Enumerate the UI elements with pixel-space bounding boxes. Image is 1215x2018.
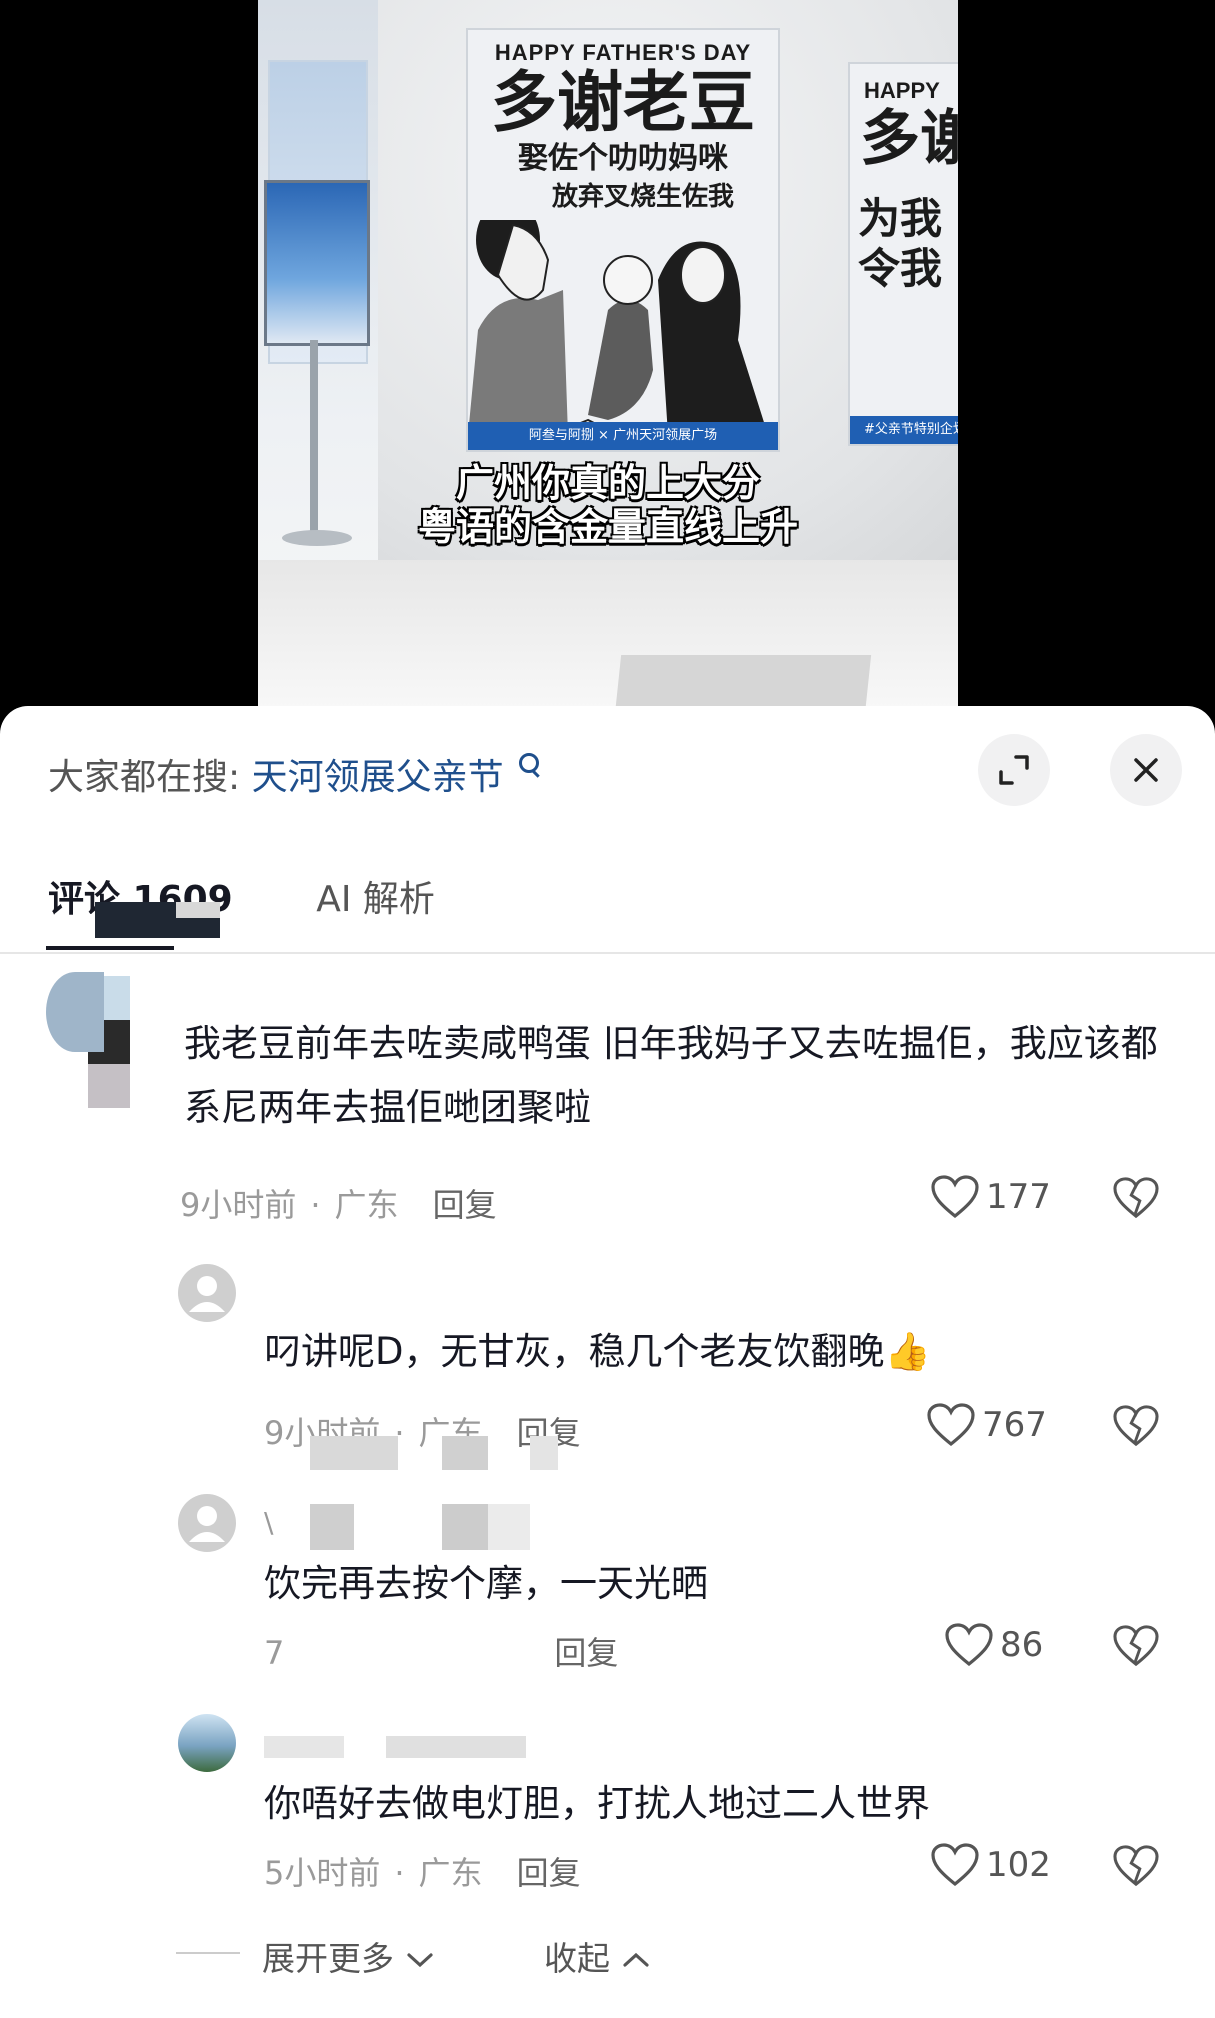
- poster-footer: 阿叁与阿捌 × 广州天河领展广场: [468, 422, 778, 450]
- comment-sheet: 大家都在搜: 天河领展父亲节 评论 1609 AI 解析 我老豆前年去咗卖咸鸭蛋…: [0, 706, 1215, 2018]
- comment-meta: 9小时前 · 广东 回复: [180, 1186, 497, 1224]
- side-poster-footer: #父亲节特别企划: [850, 416, 958, 444]
- poster-title: 多谢老豆: [491, 64, 755, 141]
- poster-main: HAPPY FATHER'S DAY 多谢老豆 娶佐个叻叻妈咪 放弃叉烧生佐我 …: [466, 28, 780, 452]
- expand-button[interactable]: [978, 734, 1050, 806]
- comment-text: 你唔好去做电灯胆，打扰人地过二人世界: [264, 1782, 930, 1825]
- father-mother-baby-illustration: [468, 220, 768, 435]
- mosaic-block: [264, 1736, 344, 1758]
- comment-username[interactable]: \: [264, 1506, 273, 1539]
- search-icon: [519, 753, 540, 773]
- side-poster-header: HAPPY: [864, 78, 940, 103]
- chevron-down-icon: [406, 1953, 433, 1968]
- collapse-label: 收起: [544, 1939, 610, 1978]
- default-avatar-icon: [189, 1276, 225, 1312]
- mosaic-block: [530, 1436, 558, 1470]
- mosaic-block: [442, 1436, 488, 1470]
- dislike-icon[interactable]: [1112, 1844, 1160, 1888]
- heart-icon: [927, 1403, 975, 1447]
- trending-search-prefix: 大家都在搜:: [48, 757, 241, 798]
- tab-ai-analysis[interactable]: AI 解析: [316, 870, 435, 922]
- comment-body: 叼讲呢D，无甘灰，稳几个老友饮翻晚: [264, 1330, 885, 1373]
- promo-display: [264, 180, 370, 346]
- avatar[interactable]: [46, 972, 104, 1052]
- side-poster-line-2: 令我: [858, 244, 943, 293]
- comment-meta: 5小时前 · 广东 回复: [264, 1854, 581, 1892]
- mosaic-block: [88, 1064, 130, 1108]
- expand-more-label: 展开更多: [262, 1939, 394, 1978]
- like-button[interactable]: 86: [944, 1622, 1043, 1668]
- reply-button[interactable]: 回复: [433, 1186, 497, 1224]
- expand-icon: [999, 755, 1029, 785]
- poster-line-2: 放弃叉烧生佐我: [551, 182, 734, 212]
- reply-button[interactable]: 回复: [517, 1854, 581, 1892]
- comment-text: 叼讲呢D，无甘灰，稳几个老友饮翻晚👍: [264, 1320, 1144, 1384]
- chevron-up-icon: [622, 1952, 649, 1967]
- expand-more-button[interactable]: 展开更多: [262, 1932, 435, 1980]
- expand-divider: [176, 1952, 240, 1954]
- mosaic-block: [310, 1504, 354, 1550]
- heart-icon: [931, 1843, 979, 1887]
- thumbs-up-emoji: 👍: [884, 1330, 931, 1373]
- mosaic-block: [442, 1504, 488, 1550]
- dislike-icon[interactable]: [1112, 1404, 1160, 1448]
- avatar[interactable]: [178, 1264, 236, 1322]
- mosaic-block: [488, 1504, 530, 1550]
- dislike-icon[interactable]: [1112, 1624, 1160, 1668]
- reply-button[interactable]: 回复: [554, 1634, 618, 1672]
- collapse-button[interactable]: 收起: [544, 1932, 651, 1980]
- poster-side: HAPPY 多谢 为我 令我 #父亲节特别企划: [848, 62, 958, 446]
- like-count: 86: [1000, 1625, 1044, 1665]
- video-frame[interactable]: HAPPY FATHER'S DAY 多谢老豆 娶佐个叻叻妈咪 放弃叉烧生佐我 …: [258, 0, 958, 710]
- comment-time: 5小时前: [264, 1854, 381, 1892]
- active-tab-indicator: [46, 946, 174, 950]
- close-icon: [1134, 758, 1158, 782]
- side-poster-title: 多谢: [860, 104, 958, 174]
- dislike-icon[interactable]: [1112, 1176, 1160, 1220]
- mosaic-block: [310, 1436, 398, 1470]
- poster-header: HAPPY FATHER'S DAY: [494, 40, 752, 65]
- avatar[interactable]: [178, 1714, 236, 1772]
- comment-location: 广东: [418, 1854, 483, 1892]
- comment-location: 广东: [334, 1186, 399, 1224]
- like-count: 102: [986, 1845, 1051, 1885]
- mosaic-block: [176, 902, 220, 918]
- trending-search[interactable]: 大家都在搜: 天河领展父亲节: [48, 748, 540, 800]
- like-count: 177: [986, 1177, 1051, 1217]
- default-avatar-icon: [189, 1506, 225, 1542]
- like-count: 767: [982, 1405, 1047, 1445]
- video-player[interactable]: HAPPY FATHER'S DAY 多谢老豆 娶佐个叻叻妈咪 放弃叉烧生佐我 …: [0, 0, 1215, 710]
- comment-text: 我老豆前年去咗卖咸鸭蛋 旧年我妈子又去咗揾佢，我应该都系尼两年去揾佢哋团聚啦: [184, 1022, 1158, 1129]
- side-poster-line-1: 为我: [858, 194, 943, 243]
- video-caption-line-2: 粤语的含金量直线上升: [417, 505, 798, 549]
- mosaic-block: [386, 1736, 526, 1758]
- comment-time: 7: [264, 1634, 285, 1672]
- floor-plinth: [614, 655, 872, 710]
- like-button[interactable]: 767: [926, 1402, 1047, 1448]
- tabs-divider: [0, 952, 1215, 954]
- comment-time: 9小时前: [180, 1186, 297, 1224]
- close-button[interactable]: [1110, 734, 1182, 806]
- like-button[interactable]: 177: [930, 1174, 1051, 1220]
- comment-meta: 7 回复: [264, 1628, 618, 1674]
- trending-search-term[interactable]: 天河领展父亲节: [252, 757, 504, 798]
- heart-icon: [931, 1175, 979, 1219]
- heart-icon: [945, 1623, 993, 1667]
- avatar[interactable]: [178, 1494, 236, 1552]
- poster-line-1: 娶佐个叻叻妈咪: [518, 141, 728, 176]
- comment-text: 饮完再去按个摩，一天光晒: [264, 1562, 708, 1605]
- like-button[interactable]: 102: [930, 1842, 1051, 1888]
